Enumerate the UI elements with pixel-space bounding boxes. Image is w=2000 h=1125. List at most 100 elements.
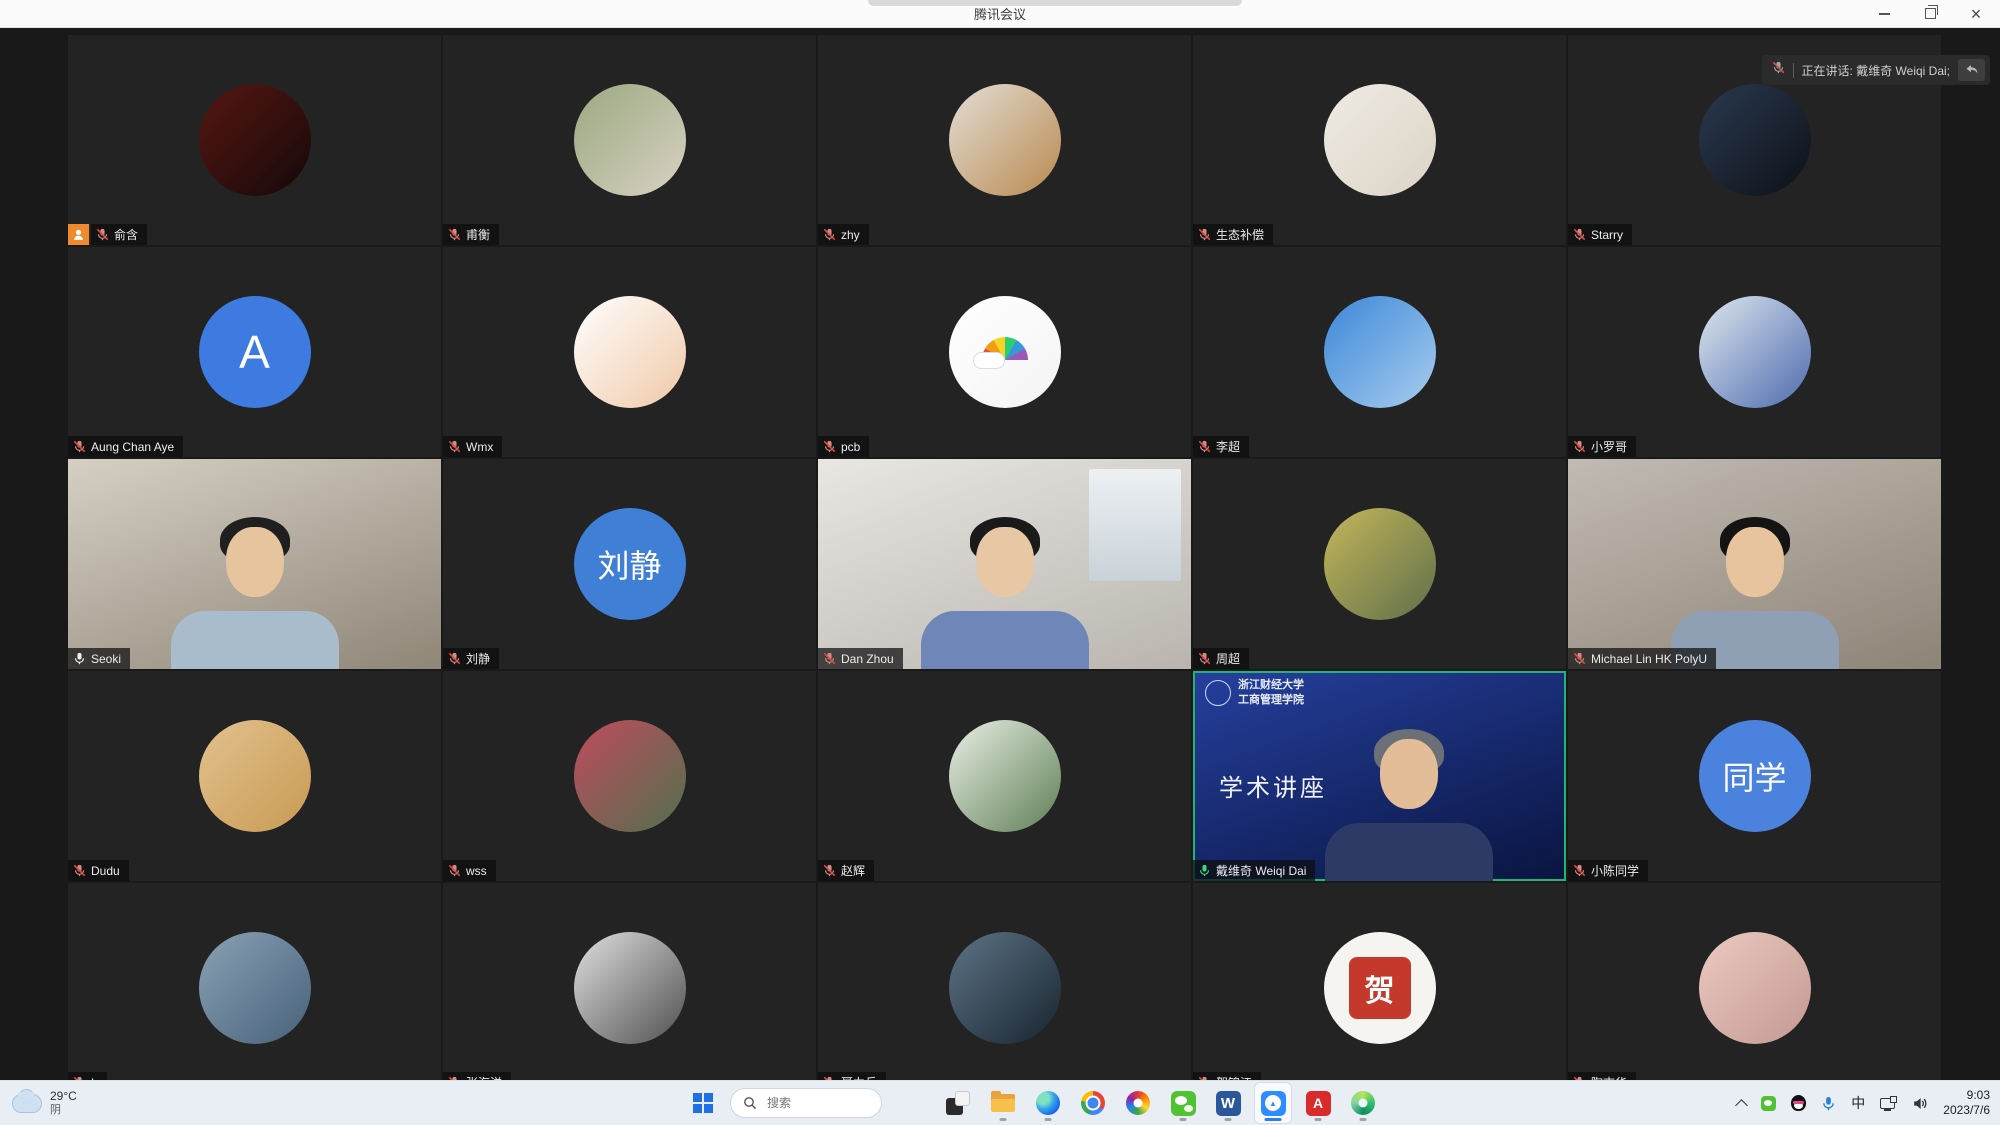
- reply-arrow-button[interactable]: [1958, 59, 1985, 81]
- participant-tile[interactable]: 聂力兵: [818, 883, 1191, 1093]
- mic-muted-icon: [1198, 440, 1211, 453]
- person-icon: [72, 228, 85, 241]
- participant-nametag: 周超: [1193, 648, 1249, 669]
- participant-name: 赵辉: [841, 862, 865, 879]
- participant-avatar: [199, 84, 311, 196]
- participant-nametag: 生态补偿: [1193, 224, 1273, 245]
- reply-arrow-icon: [1965, 64, 1979, 76]
- tray-clock[interactable]: 9:03 2023/7/6: [1943, 1088, 1990, 1118]
- colorful-browser-button[interactable]: [1120, 1083, 1156, 1123]
- green-swirl-button[interactable]: [1345, 1083, 1381, 1123]
- mic-muted-icon: [1198, 652, 1211, 665]
- wechat-icon: [1171, 1091, 1196, 1116]
- mic-muted-icon: [1573, 652, 1586, 665]
- mic-muted-icon: [1772, 61, 1785, 79]
- participant-tile[interactable]: 周超: [1193, 459, 1566, 669]
- weather-temp: 29°C: [50, 1090, 77, 1104]
- participant-tile[interactable]: 刘静刘静: [443, 459, 816, 669]
- minimize-button[interactable]: [1874, 4, 1894, 24]
- participant-tile[interactable]: Dudu: [68, 671, 441, 881]
- mic-muted-icon: [448, 652, 461, 665]
- participant-name: 甫衡: [466, 226, 490, 243]
- participant-tile[interactable]: Michael Lin HK PolyU: [1568, 459, 1941, 669]
- mic-muted-icon: [96, 228, 109, 241]
- wechat-button[interactable]: [1165, 1083, 1201, 1123]
- participant-nametag: 戴维奇 Weiqi Dai: [1193, 860, 1315, 881]
- taskbar: 29°C 阴 W▲A 中 9:03 2023/7/6: [0, 1080, 2000, 1125]
- participant-tile[interactable]: Wmx: [443, 247, 816, 457]
- mic-muted-icon: [73, 440, 86, 453]
- restore-button[interactable]: [1920, 4, 1940, 24]
- chevron-up-icon: [1735, 1099, 1748, 1112]
- participant-avatar: [199, 720, 311, 832]
- participant-tile[interactable]: 小罗哥: [1568, 247, 1941, 457]
- ime-indicator[interactable]: 中: [1851, 1093, 1865, 1113]
- tray-qq-button[interactable]: [1791, 1095, 1806, 1111]
- mic-muted-icon: [823, 652, 836, 665]
- participant-tile[interactable]: 俞含: [68, 35, 441, 245]
- running-indicator: [1180, 1118, 1187, 1121]
- participant-tile[interactable]: 陶志华: [1568, 883, 1941, 1093]
- participant-tile[interactable]: L: [68, 883, 441, 1093]
- participant-avatar: [1699, 296, 1811, 408]
- participant-name: 周超: [1216, 650, 1240, 667]
- participant-tile[interactable]: 李超: [1193, 247, 1566, 457]
- search-input[interactable]: [765, 1095, 869, 1111]
- participant-tile[interactable]: pcb: [818, 247, 1191, 457]
- microphone-tray-icon: [1821, 1096, 1836, 1111]
- participant-tile[interactable]: 生态补偿: [1193, 35, 1566, 245]
- start-button[interactable]: [686, 1086, 720, 1120]
- file-explorer-button[interactable]: [985, 1083, 1021, 1123]
- close-button[interactable]: ×: [1966, 4, 1986, 24]
- seal-stamp-icon: 贺: [1349, 957, 1411, 1019]
- participant-tile[interactable]: 贺贺锦江: [1193, 883, 1566, 1093]
- participant-name: 戴维奇 Weiqi Dai: [1216, 862, 1306, 879]
- participant-tile[interactable]: AAung Chan Aye: [68, 247, 441, 457]
- participant-name: Seoki: [91, 652, 121, 666]
- restore-icon: [1925, 8, 1936, 19]
- acrobat-button[interactable]: A: [1300, 1083, 1336, 1123]
- weather-widget[interactable]: 29°C 阴: [12, 1081, 77, 1125]
- person-silhouette: [1324, 729, 1494, 881]
- mic-muted-icon: [448, 228, 461, 241]
- cloud-icon: [12, 1094, 42, 1113]
- speaking-text: 正在讲话: 戴维奇 Weiqi Dai;: [1802, 62, 1950, 79]
- participant-tile[interactable]: 甫衡: [443, 35, 816, 245]
- participant-name: wss: [466, 864, 487, 878]
- participant-tile[interactable]: Dan Zhou: [818, 459, 1191, 669]
- participant-name: 小罗哥: [1591, 438, 1627, 455]
- person-silhouette: [920, 517, 1090, 669]
- university-emblem-icon: [1205, 680, 1231, 706]
- minimize-icon: [1879, 13, 1890, 15]
- qq-tray-icon: [1791, 1095, 1806, 1111]
- slide-org-line1: 浙江财经大学: [1238, 679, 1304, 692]
- chrome-button[interactable]: [1075, 1083, 1111, 1123]
- participant-tile[interactable]: 张海洋: [443, 883, 816, 1093]
- wechat-tray-icon: [1761, 1096, 1776, 1111]
- participant-tile[interactable]: Seoki: [68, 459, 441, 669]
- participant-nametag: 刘静: [443, 648, 499, 669]
- participant-tile[interactable]: 同学小陈同学: [1568, 671, 1941, 881]
- speaking-notification: 正在讲话: 戴维奇 Weiqi Dai;: [1762, 55, 1990, 85]
- taskbar-search[interactable]: [730, 1088, 882, 1118]
- participant-name: 李超: [1216, 438, 1240, 455]
- participant-tile[interactable]: 赵辉: [818, 671, 1191, 881]
- participant-tile[interactable]: zhy: [818, 35, 1191, 245]
- tray-chevron-button[interactable]: [1737, 1097, 1746, 1110]
- participant-avatar: 贺: [1324, 932, 1436, 1044]
- tencent-meeting-button[interactable]: ▲: [1255, 1083, 1291, 1123]
- tray-date: 2023/7/6: [1943, 1103, 1990, 1118]
- task-view-button[interactable]: [940, 1083, 976, 1123]
- edge-button[interactable]: [1030, 1083, 1066, 1123]
- tray-wechat-button[interactable]: [1761, 1096, 1776, 1111]
- tray-volume-button[interactable]: [1912, 1096, 1928, 1111]
- tray-display-button[interactable]: [1880, 1096, 1897, 1111]
- participant-tile[interactable]: wss: [443, 671, 816, 881]
- participant-nametag: Dudu: [68, 860, 129, 881]
- running-indicator: [1315, 1118, 1322, 1121]
- meeting-stage: 俞含甫衡zhy生态补偿StarryAAung Chan AyeWmxpcb李超小…: [0, 27, 2000, 1081]
- participant-tile[interactable]: 浙江财经大学工商管理学院学术讲座戴维奇 Weiqi Dai: [1193, 671, 1566, 881]
- word-button[interactable]: W: [1210, 1083, 1246, 1123]
- participant-name: Michael Lin HK PolyU: [1591, 652, 1707, 666]
- tray-microphone-button[interactable]: [1821, 1096, 1836, 1111]
